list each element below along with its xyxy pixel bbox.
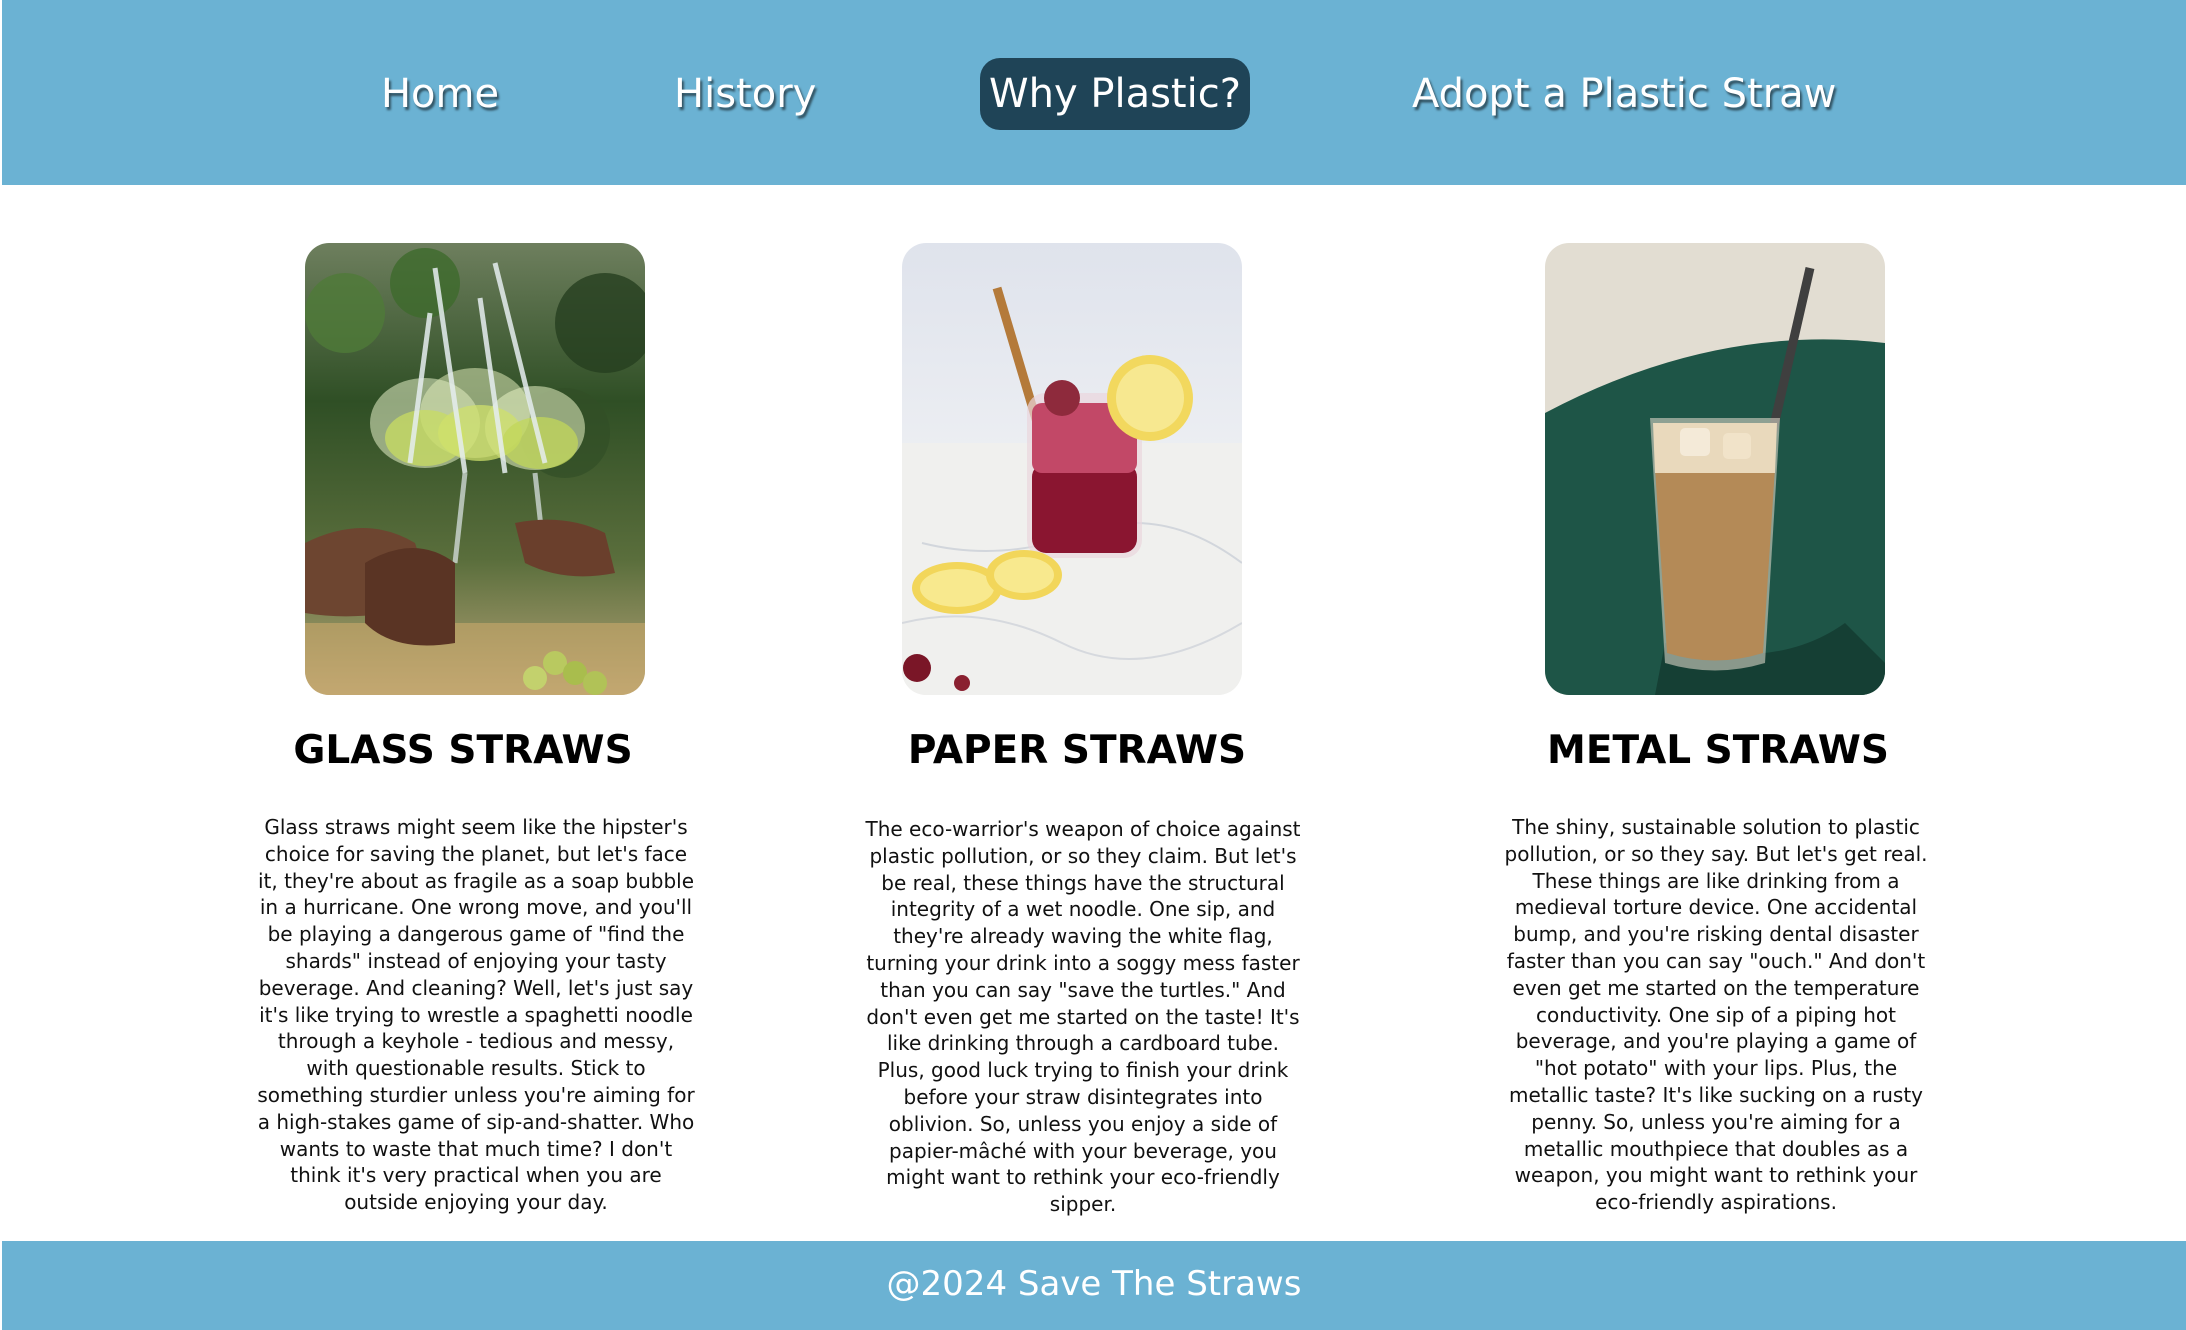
metal-straws-description: The shiny, sustainable solution to plast… bbox=[1504, 815, 1928, 1215]
nav-adopt-link[interactable]: Adopt a Plastic Straw bbox=[1412, 58, 1836, 130]
nav-history-link[interactable]: History bbox=[674, 58, 816, 130]
footer-copyright: @2024 Save The Straws bbox=[886, 1264, 1302, 1304]
paper-straws-description: The eco-warrior's weapon of choice again… bbox=[865, 817, 1301, 1217]
top-navigation: Home History Why Plastic? Adopt a Plasti… bbox=[2, 0, 2186, 185]
paper-straws-photo bbox=[902, 243, 1242, 695]
glass-straws-description: Glass straws might seem like the hipster… bbox=[257, 815, 695, 1215]
nav-why-plastic-link[interactable]: Why Plastic? bbox=[980, 58, 1250, 130]
metal-straws-photo bbox=[1545, 243, 1885, 695]
paper-straws-title: PAPER STRAWS bbox=[907, 728, 1247, 773]
footer: @2024 Save The Straws bbox=[2, 1241, 2186, 1330]
glass-straws-photo bbox=[305, 243, 645, 695]
glass-straws-title: GLASS STRAWS bbox=[293, 728, 633, 773]
metal-straws-title: METAL STRAWS bbox=[1547, 728, 1889, 773]
nav-home-link[interactable]: Home bbox=[366, 58, 514, 130]
